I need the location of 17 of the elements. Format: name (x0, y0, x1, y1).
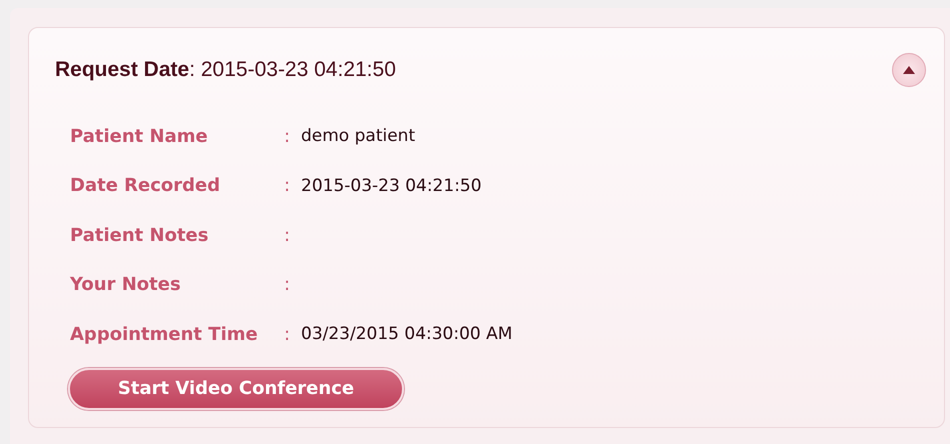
colon: : (284, 324, 292, 345)
colon: : (284, 274, 292, 296)
colon: : (284, 126, 292, 147)
field-value: demo patient (301, 126, 416, 146)
colon: : (284, 224, 292, 246)
request-date-title: Request Date: 2015-03-23 04:21:50 (55, 58, 396, 82)
collapse-button[interactable] (892, 53, 926, 87)
field-label: Patient Notes (70, 224, 210, 246)
field-label: Your Notes (70, 274, 182, 296)
field-label: Date Recorded (70, 175, 222, 196)
caret-up-icon (903, 66, 915, 74)
field-value: 2015-03-23 04:21:50 (301, 176, 482, 196)
field-label: Patient Name (70, 126, 209, 147)
colon: : (284, 175, 292, 196)
field-value: 03/23/2015 04:30:00 AM (301, 324, 512, 344)
field-label: Appointment Time (70, 324, 259, 345)
start-video-conference-button[interactable]: Start Video Conference (68, 368, 404, 410)
